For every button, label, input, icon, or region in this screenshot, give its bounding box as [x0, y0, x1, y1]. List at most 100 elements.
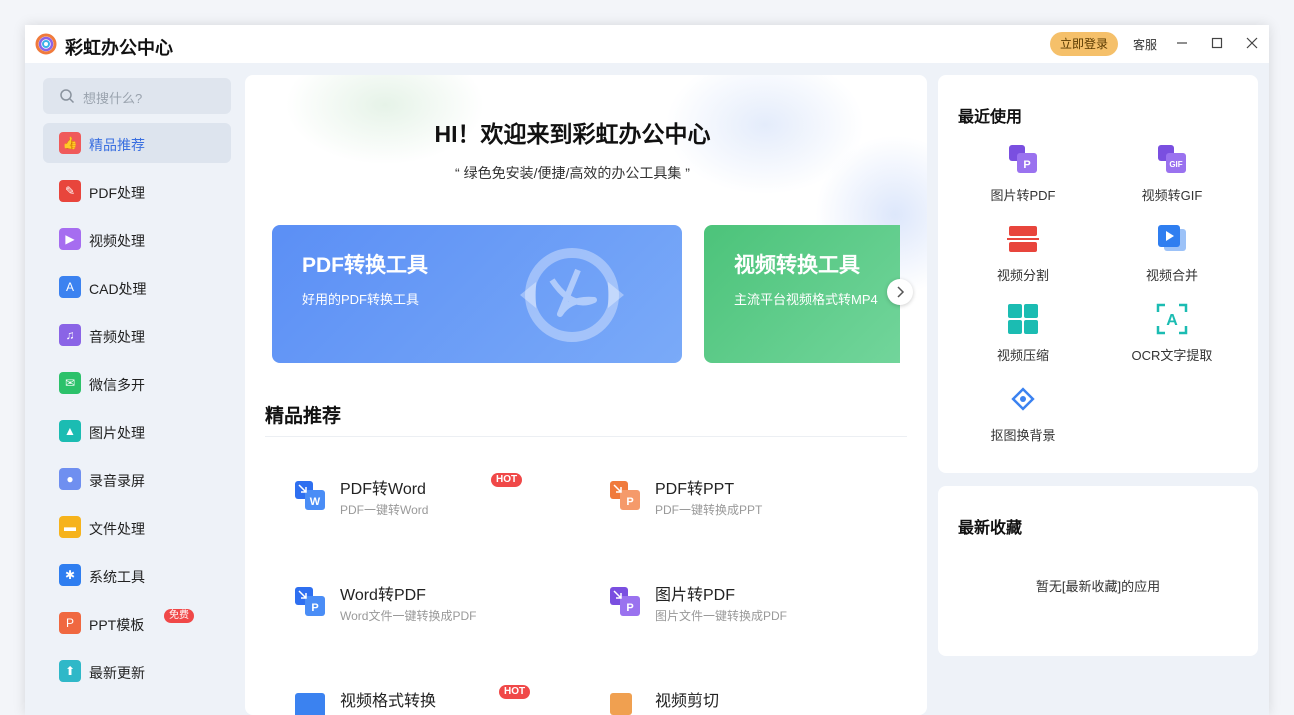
tool-pdf-to-ppt[interactable]: P PDF转PPT PDF一键转换成PPT [610, 475, 910, 525]
play-icon: ▶ [59, 228, 81, 250]
tool-desc: PDF一键转换成PPT [655, 503, 763, 517]
app-title: 彩虹办公中心 [65, 38, 173, 58]
image-to-pdf-icon: P [1009, 145, 1037, 173]
video-split-icon [1007, 226, 1039, 252]
sidebar-item-11[interactable]: ⬆ 最新更新 [43, 651, 231, 691]
recent-item-video-merge[interactable]: 视频合并 [1107, 223, 1237, 293]
tool-name: 视频格式转换 [340, 693, 437, 710]
sidebar-item-label: 精品推荐 [89, 137, 145, 153]
video-cut-icon [610, 693, 632, 715]
recent-label: 视频压缩 [996, 348, 1049, 363]
banner-title: PDF转换工具 [302, 254, 428, 277]
image-to-pdf-icon: P [610, 587, 640, 616]
sidebar-item-10[interactable]: P PPT模板 免费 [43, 603, 231, 643]
banner-pdf-converter[interactable]: PDF转换工具 好用的PDF转换工具 [272, 225, 682, 363]
free-badge: 免费 [164, 609, 194, 623]
sidebar-item-label: CAD处理 [89, 281, 147, 297]
tool-video-format-convert[interactable]: 视频格式转换 HOT [295, 685, 595, 715]
pdf-to-ppt-icon: P [610, 481, 640, 510]
svg-text:P: P [311, 602, 318, 614]
sidebar-item-4[interactable]: ♫ 音频处理 [43, 315, 231, 355]
sidebar-item-label: 录音录屏 [89, 473, 145, 489]
recent-item-ocr[interactable]: A OCR文字提取 [1107, 303, 1237, 373]
tool-image-to-pdf[interactable]: P 图片转PDF 图片文件一键转换成PDF [610, 581, 910, 631]
sidebar: 想搜什么? 👍 精品推荐 ✎ PDF处理 ▶ 视频处理 A CAD处理 ♫ 音频处理 ✉ 微信多开 ▲ 图… [25, 63, 245, 715]
recent-panel: 最近使用 P 图片转PDF GIF 视频转GIF 视频分割 视频合并 视频压缩 … [938, 75, 1258, 473]
svg-text:P: P [626, 602, 633, 614]
banner-subtitle: 主流平台视频格式转MP4 [734, 292, 878, 307]
hot-badge: HOT [499, 685, 531, 699]
login-button[interactable]: 立即登录 [1050, 32, 1118, 56]
sidebar-item-label: 系统工具 [89, 569, 145, 585]
tool-video-cut[interactable]: 视频剪切 [610, 687, 910, 715]
sidebar-item-6[interactable]: ▲ 图片处理 [43, 411, 231, 451]
svg-text:GIF: GIF [1169, 160, 1182, 169]
ocr-icon: A [1156, 303, 1188, 335]
sidebar-item-2[interactable]: ▶ 视频处理 [43, 219, 231, 259]
tool-name: PDF转PPT [655, 481, 735, 498]
sidebar-item-5[interactable]: ✉ 微信多开 [43, 363, 231, 403]
banner-subtitle: 好用的PDF转换工具 [302, 292, 420, 307]
wechat-icon: ✉ [59, 372, 81, 394]
recent-item-video-to-gif[interactable]: GIF 视频转GIF [1107, 143, 1237, 213]
sidebar-item-8[interactable]: ▬ 文件处理 [43, 507, 231, 547]
carousel-next-button[interactable] [887, 279, 913, 305]
tool-pdf-to-word[interactable]: W PDF转Word HOT PDF一键转Word [295, 473, 595, 525]
sidebar-item-label: 视频处理 [89, 233, 145, 249]
recent-title: 最近使用 [958, 109, 1023, 126]
sidebar-item-3[interactable]: A CAD处理 [43, 267, 231, 307]
ppt-icon: P [59, 612, 81, 634]
video-merge-icon [1158, 225, 1186, 251]
tool-desc: Word文件一键转换成PDF [340, 609, 477, 623]
thumb-up-icon: 👍 [59, 132, 81, 154]
sidebar-item-0[interactable]: 👍 精品推荐 [43, 123, 231, 163]
search-placeholder: 想搜什么? [83, 91, 143, 106]
rainbow-logo-icon [35, 33, 57, 55]
tool-name: 视频剪切 [655, 693, 720, 710]
sidebar-item-7[interactable]: ● 录音录屏 [43, 459, 231, 499]
sidebar-item-label: PPT模板 [89, 617, 145, 633]
microphone-icon: ● [59, 468, 81, 490]
tool-desc: 图片文件一键转换成PDF [655, 609, 788, 623]
maximize-icon[interactable] [1207, 33, 1227, 53]
banner-title: 视频转换工具 [734, 254, 860, 277]
search-icon [60, 89, 75, 104]
folder-icon: ▬ [59, 516, 81, 538]
customer-service-link[interactable]: 客服 [1133, 36, 1157, 53]
recent-label: 视频分割 [996, 268, 1049, 283]
image-icon: ▲ [59, 420, 81, 442]
tool-word-to-pdf[interactable]: P Word转PDF Word文件一键转换成PDF [295, 581, 595, 631]
search-input[interactable]: 想搜什么? [43, 78, 231, 114]
svg-text:A: A [1166, 312, 1178, 329]
recent-item-video-split[interactable]: 视频分割 [958, 223, 1088, 293]
sidebar-item-1[interactable]: ✎ PDF处理 [43, 171, 231, 211]
close-icon[interactable] [1242, 33, 1262, 53]
recent-label: 视频合并 [1145, 268, 1198, 283]
sidebar-item-9[interactable]: ✱ 系统工具 [43, 555, 231, 595]
banner-video-converter[interactable]: 视频转换工具 主流平台视频格式转MP4 [704, 225, 900, 363]
pdf-icon: ✎ [59, 180, 81, 202]
sidebar-item-label: PDF处理 [89, 185, 145, 201]
favorites-title: 最新收藏 [958, 520, 1023, 537]
upload-icon: ⬆ [59, 660, 81, 682]
video-convert-icon [295, 693, 325, 715]
music-icon: ♫ [59, 324, 81, 346]
recent-label: 抠图换背景 [990, 428, 1056, 443]
video-compress-icon [1008, 304, 1038, 334]
sidebar-item-label: 图片处理 [89, 425, 145, 441]
recent-item-cutout[interactable]: 抠图换背景 [958, 383, 1088, 453]
svg-text:P: P [626, 496, 633, 508]
gear-icon: ✱ [59, 564, 81, 586]
sidebar-item-label: 文件处理 [89, 521, 145, 537]
cutout-icon [1011, 387, 1035, 411]
tool-name: Word转PDF [340, 587, 426, 604]
recent-label: 视频转GIF [1141, 188, 1203, 203]
hot-badge: HOT [491, 473, 523, 487]
sidebar-item-label: 微信多开 [89, 377, 145, 393]
recent-item-image-to-pdf[interactable]: P 图片转PDF [958, 143, 1088, 213]
recent-item-video-compress[interactable]: 视频压缩 [958, 303, 1088, 373]
recent-label: 图片转PDF [990, 188, 1056, 203]
minimize-icon[interactable] [1172, 33, 1192, 53]
video-to-gif-icon: GIF [1158, 145, 1186, 173]
empty-message: 暂无[最新收藏]的应用 [1035, 579, 1161, 594]
